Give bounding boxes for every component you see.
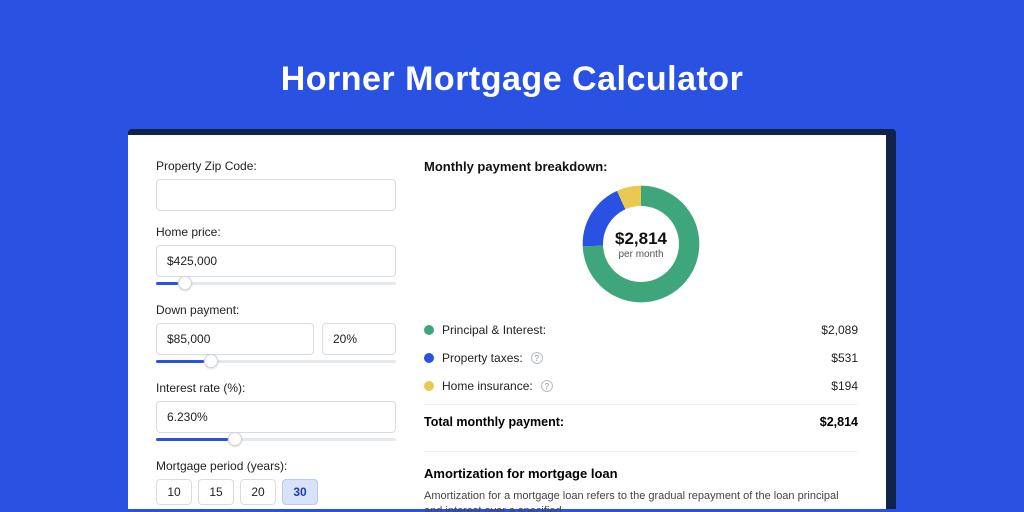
amortization-text: Amortization for a mortgage loan refers … [424,489,858,512]
zip-input[interactable] [156,179,396,211]
legend-row-principal: Principal & Interest: $2,089 [424,316,858,344]
legend-row-insurance: Home insurance: ? $194 [424,372,858,400]
period-option-30[interactable]: 30 [282,479,318,505]
info-icon[interactable]: ? [531,352,543,364]
legend-value: $2,089 [821,323,858,337]
total-row: Total monthly payment: $2,814 [424,404,858,439]
period-option-20[interactable]: 20 [240,479,276,505]
breakdown-panel: Monthly payment breakdown: $2,814 per mo… [424,159,858,509]
legend-value: $194 [831,379,858,393]
total-label: Total monthly payment: [424,415,564,429]
dot-icon [424,325,434,335]
zip-group: Property Zip Code: [156,159,396,211]
period-label: Mortgage period (years): [156,459,396,473]
down-label: Down payment: [156,303,396,317]
legend-label: Home insurance: [442,379,533,393]
down-slider[interactable] [156,357,396,367]
donut-wrap: $2,814 per month [424,184,858,304]
rate-slider[interactable] [156,435,396,445]
amortization-section: Amortization for mortgage loan Amortizat… [424,451,858,512]
down-group: Down payment: [156,303,396,367]
rate-slider-thumb[interactable] [228,432,242,446]
donut-chart: $2,814 per month [581,184,701,304]
period-group: Mortgage period (years): 10 15 20 30 [156,459,396,505]
dot-icon [424,381,434,391]
down-amount-input[interactable] [156,323,314,355]
form-panel: Property Zip Code: Home price: Down paym… [156,159,396,509]
zip-label: Property Zip Code: [156,159,396,173]
down-pct-input[interactable] [322,323,396,355]
calculator-card: Property Zip Code: Home price: Down paym… [128,135,886,509]
price-group: Home price: [156,225,396,289]
rate-group: Interest rate (%): [156,381,396,445]
legend-label: Property taxes: [442,351,523,365]
donut-sub: per month [618,249,663,260]
card-shadow: Property Zip Code: Home price: Down paym… [128,129,896,509]
amortization-title: Amortization for mortgage loan [424,466,858,481]
rate-input[interactable] [156,401,396,433]
price-slider-thumb[interactable] [178,276,192,290]
total-value: $2,814 [820,415,858,429]
donut-center: $2,814 per month [603,206,679,282]
legend-value: $531 [831,351,858,365]
rate-label: Interest rate (%): [156,381,396,395]
period-option-15[interactable]: 15 [198,479,234,505]
period-option-10[interactable]: 10 [156,479,192,505]
price-slider[interactable] [156,279,396,289]
donut-value: $2,814 [615,229,667,249]
page-title: Horner Mortgage Calculator [0,60,1024,99]
down-slider-thumb[interactable] [204,354,218,368]
breakdown-title: Monthly payment breakdown: [424,159,858,174]
dot-icon [424,353,434,363]
legend-label: Principal & Interest: [442,323,546,337]
period-options: 10 15 20 30 [156,479,396,505]
legend-row-taxes: Property taxes: ? $531 [424,344,858,372]
price-input[interactable] [156,245,396,277]
price-label: Home price: [156,225,396,239]
info-icon[interactable]: ? [541,380,553,392]
